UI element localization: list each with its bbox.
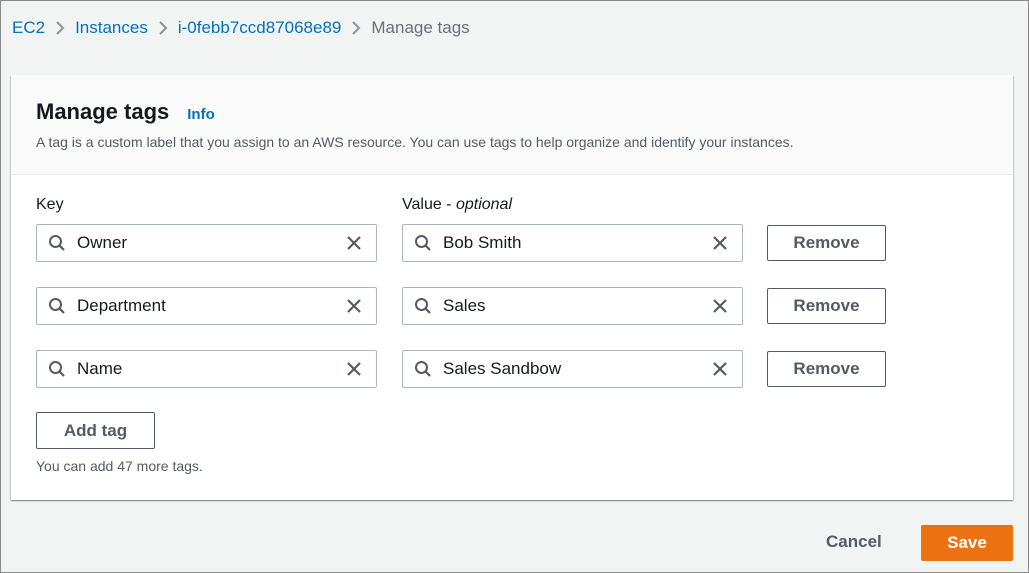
tag-value-input[interactable]: Sales (402, 287, 743, 325)
search-icon (403, 360, 443, 378)
chevron-right-icon (45, 20, 75, 36)
remove-tag-button[interactable]: Remove (767, 225, 886, 261)
panel-header: Manage tags Info A tag is a custom label… (11, 75, 1013, 175)
tag-value-value: Sales (443, 296, 486, 315)
value-label-text: Value - (402, 196, 456, 213)
search-icon (403, 234, 443, 252)
close-icon[interactable] (332, 235, 376, 251)
search-icon (403, 297, 443, 315)
add-tag-button[interactable]: Add tag (36, 412, 155, 449)
optional-label: optional (455, 196, 512, 213)
manage-tags-panel: Manage tags Info A tag is a custom label… (11, 75, 1013, 500)
search-icon (37, 234, 77, 252)
search-icon (37, 360, 77, 378)
search-icon (37, 297, 77, 315)
key-label-text: Key (36, 196, 64, 213)
value-column-label: Value - optional (402, 196, 512, 214)
close-icon[interactable] (332, 361, 376, 377)
remaining-tags-hint: You can add 47 more tags. (36, 458, 203, 474)
info-link[interactable]: Info (187, 106, 215, 123)
page-title: Manage tags (36, 99, 170, 124)
chevron-right-icon (341, 20, 371, 36)
breadcrumb-instance-id[interactable]: i-0febb7ccd87068e89 (178, 18, 342, 38)
breadcrumb-instances[interactable]: Instances (75, 18, 148, 38)
tag-value-input[interactable]: Bob Smith (402, 224, 743, 262)
save-button[interactable]: Save (921, 525, 1013, 561)
tag-key-value: Owner (77, 233, 128, 252)
remove-tag-button[interactable]: Remove (767, 288, 886, 324)
tag-key-input[interactable]: Department (36, 287, 377, 325)
tag-value-value: Sales Sandbow (443, 359, 562, 378)
tag-key-input[interactable]: Owner (36, 224, 377, 262)
tag-key-value: Name (77, 359, 123, 378)
close-icon[interactable] (332, 298, 376, 314)
close-icon[interactable] (698, 298, 742, 314)
close-icon[interactable] (698, 235, 742, 251)
tag-value-input[interactable]: Sales Sandbow (402, 350, 743, 388)
tag-key-input[interactable]: Name (36, 350, 377, 388)
chevron-right-icon (148, 20, 178, 36)
breadcrumb: EC2 Instances i-0febb7ccd87068e89 Manage… (12, 18, 470, 38)
panel-description: A tag is a custom label that you assign … (36, 134, 794, 150)
breadcrumb-current: Manage tags (371, 18, 470, 37)
cancel-button[interactable]: Cancel (826, 532, 882, 552)
tag-value-value: Bob Smith (443, 233, 522, 252)
tag-key-value: Department (77, 296, 166, 315)
breadcrumb-ec2[interactable]: EC2 (12, 18, 45, 38)
key-column-label: Key (36, 196, 64, 214)
remove-tag-button[interactable]: Remove (767, 351, 886, 387)
close-icon[interactable] (698, 361, 742, 377)
